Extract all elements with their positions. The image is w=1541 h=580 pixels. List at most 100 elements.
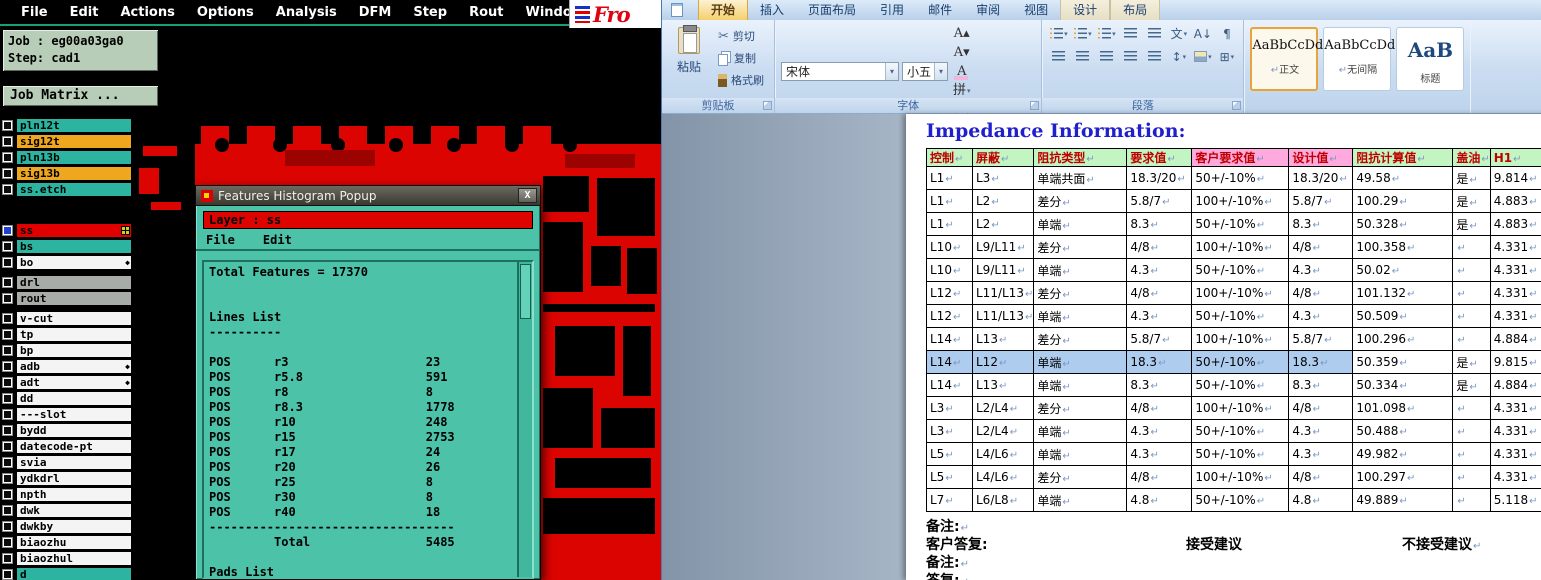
layer-row-sig12t[interactable]: sig12t (2, 134, 132, 149)
col-header-7[interactable]: 盖油↵ (1452, 148, 1491, 167)
layer-visibility-checkbox[interactable] (2, 553, 13, 564)
table-cell[interactable]: 4.331↵ (1489, 396, 1541, 420)
layer-name[interactable]: bydd (16, 423, 132, 438)
table-cell[interactable]: L12↵ (971, 350, 1035, 374)
table-cell[interactable]: 50+/-10%↵ (1191, 488, 1290, 512)
table-cell[interactable]: 50+/-10%↵ (1191, 442, 1290, 466)
table-cell[interactable]: 50.334↵ (1352, 373, 1454, 397)
note-line-2[interactable]: 备注:↵ (926, 554, 1541, 572)
sort-button[interactable]: A↓ (1192, 24, 1213, 43)
table-cell[interactable]: L2/L4↵ (971, 419, 1035, 443)
table-cell[interactable]: 4/8↵ (1288, 235, 1354, 259)
table-cell[interactable]: 18.3/20↵ (1288, 166, 1354, 190)
layer-visibility-checkbox[interactable] (2, 277, 13, 288)
layer-visibility-checkbox[interactable] (2, 457, 13, 468)
col-header-5[interactable]: 设计值↵ (1288, 148, 1354, 167)
table-cell[interactable]: 100+/-10%↵ (1191, 396, 1290, 420)
doc-heading[interactable]: Impedance Information: (926, 120, 1186, 142)
layer-row-ydkdrl[interactable]: ydkdrl (2, 471, 132, 486)
scrollbar-thumb[interactable] (520, 264, 531, 319)
table-cell[interactable]: 100+/-10%↵ (1191, 189, 1290, 213)
table-cell[interactable]: 4.3↵ (1288, 304, 1354, 328)
table-cell[interactable]: 49.889↵ (1352, 488, 1454, 512)
table-cell[interactable]: 50+/-10%↵ (1191, 304, 1290, 328)
table-cell[interactable]: 4.331↵ (1489, 258, 1541, 282)
table-cell[interactable]: 4.8↵ (1126, 488, 1193, 512)
note-line-1[interactable]: 备注:↵ (926, 518, 1541, 536)
tab-references[interactable]: 引用 (868, 0, 916, 20)
table-cell[interactable]: 9.815↵ (1489, 350, 1541, 374)
job-matrix-button[interactable]: Job Matrix ... (2, 85, 159, 107)
table-cell[interactable]: L6/L8↵ (971, 488, 1035, 512)
layer-row-adb[interactable]: adb ◆ (2, 359, 132, 374)
table-cell[interactable]: 50+/-10%↵ (1191, 212, 1290, 236)
layer-row-biaozhu[interactable]: biaozhu (2, 535, 132, 550)
table-cell[interactable]: 是↵ (1452, 166, 1491, 190)
decrease-indent-button[interactable] (1120, 24, 1141, 43)
table-cell[interactable]: 4/8↵ (1288, 396, 1354, 420)
table-cell[interactable]: 单端↵ (1033, 212, 1128, 236)
table-cell[interactable]: 单端↵ (1033, 373, 1128, 397)
cut-button[interactable]: ✂ 剪切 (714, 26, 768, 46)
layer-row-bp[interactable]: bp (2, 343, 132, 358)
table-cell[interactable]: 18.3/20↵ (1126, 166, 1193, 190)
font-name-combo[interactable]: 宋体 ▾ (781, 62, 899, 81)
font-size-combo[interactable]: 小五 ▾ (902, 62, 948, 81)
table-cell[interactable]: 是↵ (1452, 350, 1491, 374)
layer-row-ss.etch[interactable]: ss.etch (2, 182, 132, 197)
layer-name[interactable]: dd (16, 391, 132, 406)
table-cell[interactable]: 8.3↵ (1126, 212, 1193, 236)
table-cell[interactable]: ↵ (1452, 304, 1491, 328)
table-cell[interactable]: 8.3↵ (1288, 212, 1354, 236)
table-cell[interactable]: 4.331↵ (1489, 442, 1541, 466)
table-cell[interactable]: L12↵ (926, 281, 973, 305)
layer-name[interactable]: datecode-pt (16, 439, 132, 454)
layer-name[interactable]: v-cut (16, 311, 132, 326)
table-cell[interactable]: ↵ (1452, 396, 1491, 420)
table-cell[interactable]: 100.29↵ (1352, 189, 1454, 213)
clipboard-dialog-launcher-icon[interactable] (763, 101, 772, 110)
table-cell[interactable]: 4.3↵ (1126, 419, 1193, 443)
layer-visibility-checkbox[interactable] (2, 168, 13, 179)
table-cell[interactable]: 4.3↵ (1126, 258, 1193, 282)
table-cell[interactable]: 101.098↵ (1352, 396, 1454, 420)
tab-design[interactable]: 设计 (1060, 0, 1111, 20)
table-cell[interactable]: L9/L11↵ (971, 235, 1035, 259)
cad-menu-actions[interactable]: Actions (109, 5, 185, 20)
layer-name[interactable]: biaozhu (16, 535, 132, 550)
table-cell[interactable]: 100+/-10%↵ (1191, 235, 1290, 259)
table-cell[interactable]: 50+/-10%↵ (1191, 258, 1290, 282)
accept-option[interactable]: 接受建议 (1186, 536, 1242, 554)
popup-menu-file[interactable]: File (206, 233, 235, 247)
table-cell[interactable]: L7↵ (926, 488, 973, 512)
layer-visibility-checkbox[interactable] (2, 441, 13, 452)
table-cell[interactable]: 是↵ (1452, 212, 1491, 236)
table-cell[interactable]: L14↵ (926, 373, 973, 397)
table-cell[interactable]: ↵ (1452, 281, 1491, 305)
col-header-1[interactable]: 屏蔽↵ (971, 148, 1035, 167)
table-cell[interactable]: 差分↵ (1033, 396, 1128, 420)
layer-row-bo[interactable]: bo ◆ (2, 255, 132, 270)
layer-row-sig13b[interactable]: sig13b (2, 166, 132, 181)
table-cell[interactable]: L3↵ (926, 419, 973, 443)
table-cell[interactable]: 100+/-10%↵ (1191, 281, 1290, 305)
table-cell[interactable]: 单端共面↵ (1033, 166, 1128, 190)
style-正文[interactable]: AaBbCcDd ↵正文 (1250, 27, 1323, 91)
table-cell[interactable]: 4.331↵ (1489, 465, 1541, 489)
layer-row-ss[interactable]: ss (2, 223, 132, 238)
table-cell[interactable]: L13↵ (971, 327, 1035, 351)
cad-menu-step[interactable]: Step (402, 5, 458, 20)
layer-visibility-checkbox[interactable] (2, 257, 13, 268)
multilevel-list-button[interactable]: ▾ (1096, 24, 1117, 43)
layer-row-biaozhul[interactable]: biaozhul (2, 551, 132, 566)
col-header-6[interactable]: 阻抗计算值↵ (1352, 148, 1454, 167)
table-cell[interactable]: L5↵ (926, 442, 973, 466)
numbering-button[interactable]: ▾ (1072, 24, 1093, 43)
table-cell[interactable]: 18.3↵ (1126, 350, 1193, 374)
table-cell[interactable]: L1↵ (926, 189, 973, 213)
popup-menu-edit[interactable]: Edit (263, 233, 292, 247)
table-cell[interactable]: ↵ (1452, 442, 1491, 466)
layer-name[interactable]: bp (16, 343, 132, 358)
table-cell[interactable]: 4.3↵ (1288, 419, 1354, 443)
grow-font-button[interactable]: A▴ (951, 24, 973, 43)
